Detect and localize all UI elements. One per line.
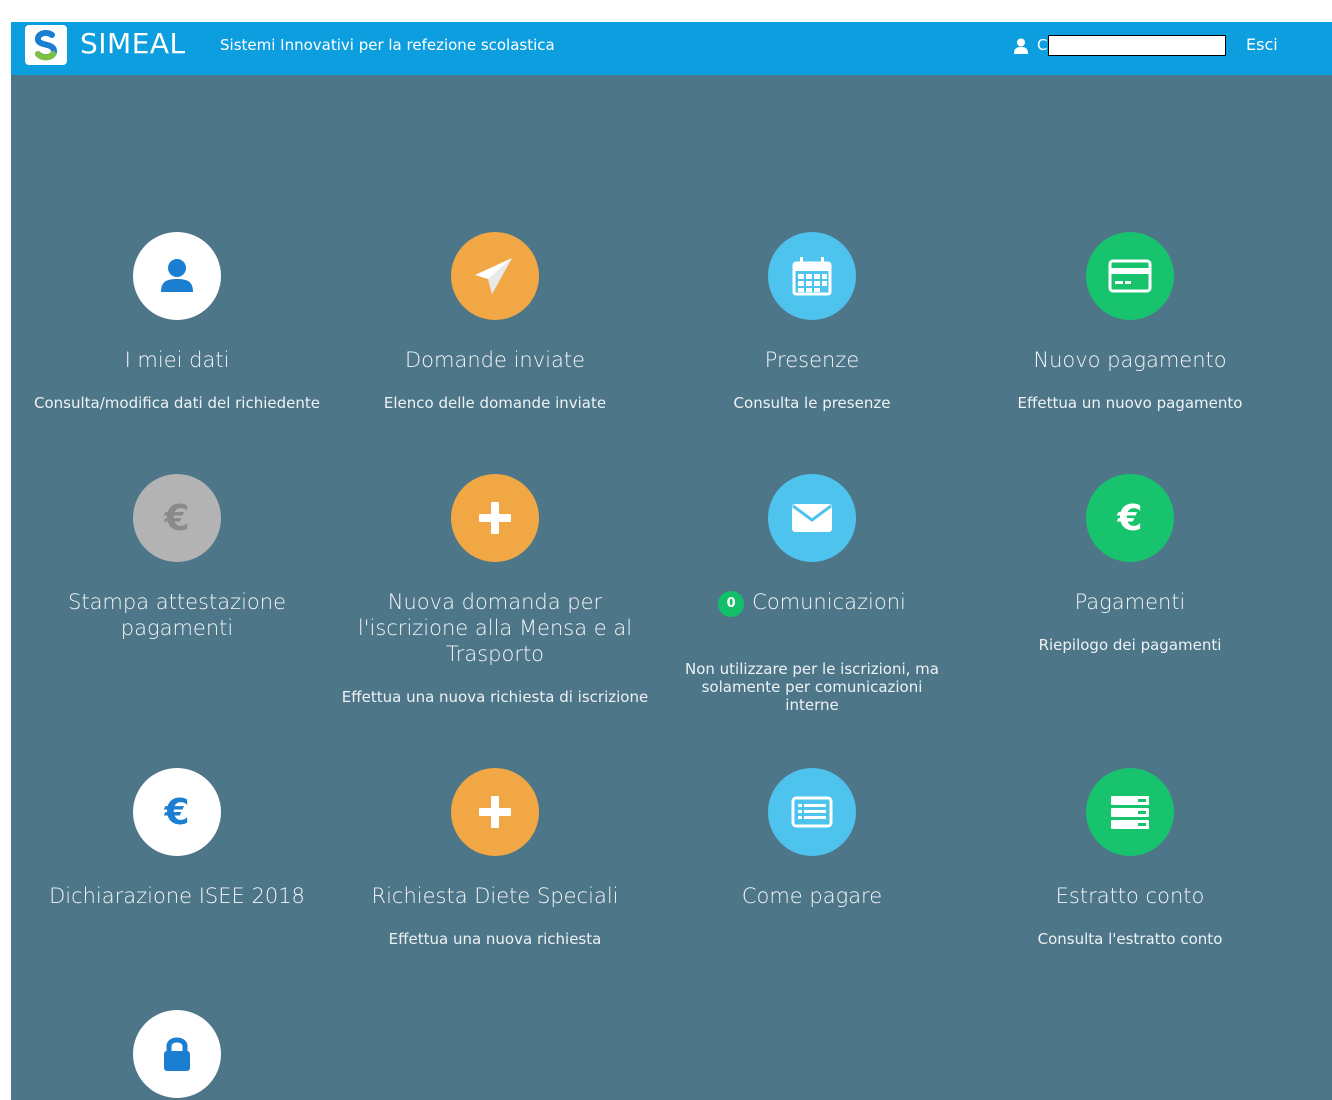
tile-pagamenti[interactable]: € Pagamenti Riepilogo dei pagamenti <box>970 474 1290 674</box>
tile-title: Estratto conto <box>1055 884 1205 908</box>
svg-text:€: € <box>1116 498 1142 539</box>
calendar-icon <box>792 257 832 296</box>
tile-icon-circle <box>451 474 539 562</box>
tile-estratto-conto[interactable]: Estratto conto Consulta l'estratto conto <box>970 768 1290 948</box>
tile-icon-circle: € <box>1086 474 1174 562</box>
tile-stampa-attestazione[interactable]: € Stampa attestazione pagamenti <box>17 474 337 674</box>
tile-title: I miei dati <box>124 348 230 372</box>
euro-icon: € <box>163 498 189 539</box>
tile-icon-circle <box>768 768 856 856</box>
tile-title: Dichiarazione ISEE 2018 <box>49 884 305 908</box>
user-name-redaction <box>1048 35 1226 56</box>
tile-title: Nuova domanda per l'iscrizione alla Mens… <box>357 590 633 666</box>
user-icon <box>161 259 193 292</box>
tile-title: Presenze <box>764 348 860 372</box>
server-icon <box>1111 796 1149 829</box>
paper-plane-icon <box>475 258 512 294</box>
tile-dichiarazione-isee[interactable]: € Dichiarazione ISEE 2018 <box>17 768 337 948</box>
tile-description: Riepilogo dei pagamenti <box>1038 636 1222 654</box>
tile-title: Pagamenti <box>1074 590 1186 614</box>
tile-title-text: Comunicazioni <box>752 590 906 614</box>
list-card-icon <box>791 796 833 828</box>
tagline: Sistemi Innovativi per la refezione scol… <box>220 36 555 54</box>
tile-description: Effettua un nuovo pagamento <box>1017 394 1243 412</box>
tile-icon-circle <box>768 232 856 320</box>
tile-domande-inviate[interactable]: Domande inviate Elenco delle domande inv… <box>335 232 655 412</box>
tile-title: 0 Comunicazioni <box>652 589 972 617</box>
tile-description: Effettua una nuova richiesta di iscrizio… <box>341 688 649 706</box>
tile-description: Non utilizzare per le iscrizioni, ma sol… <box>685 660 939 714</box>
svg-text:€: € <box>163 498 189 539</box>
tile-title: Richiesta Diete Speciali <box>371 884 619 908</box>
tile-icon-circle <box>451 768 539 856</box>
tile-come-pagare[interactable]: Come pagare <box>652 768 972 948</box>
tile-title: Domande inviate <box>404 348 585 372</box>
tile-icon-circle <box>451 232 539 320</box>
tile-description: Effettua una nuova richiesta <box>388 930 602 948</box>
tile-password[interactable] <box>17 1010 337 1100</box>
tile-description: Consulta/modifica dati del richiedente <box>34 394 320 412</box>
tile-title: Come pagare <box>741 884 883 908</box>
tile-title: Stampa attestazione pagamenti <box>68 590 286 640</box>
credit-card-icon <box>1108 259 1152 293</box>
tile-description: Consulta l'estratto conto <box>1037 930 1223 948</box>
tile-nuovo-pagamento[interactable]: Nuovo pagamento Effettua un nuovo pagame… <box>970 232 1290 412</box>
logout-link[interactable]: Esci <box>1246 35 1278 54</box>
tile-i-miei-dati[interactable]: I miei dati Consulta/modifica dati del r… <box>17 232 337 412</box>
tile-nuova-domanda[interactable]: Nuova domanda per l'iscrizione alla Mens… <box>335 474 655 714</box>
euro-icon: € <box>1116 498 1142 539</box>
tile-description: Elenco delle domande inviate <box>383 394 607 412</box>
simeal-logo-icon <box>35 29 58 61</box>
tile-comunicazioni[interactable]: 0 Comunicazioni Non utilizzare per le isc… <box>652 474 972 714</box>
tile-icon-circle <box>1086 232 1174 320</box>
top-bar: SIMEAL Sistemi Innovativi per la refezio… <box>11 22 1332 75</box>
euro-icon: € <box>163 792 189 833</box>
tile-icon-circle <box>1086 768 1174 856</box>
user-name: C <box>1037 36 1048 54</box>
brand-name: SIMEAL <box>80 27 186 60</box>
unread-count-badge: 0 <box>718 591 745 617</box>
user-icon <box>1014 38 1028 54</box>
simeal-logo[interactable] <box>25 25 67 65</box>
tile-icon-circle <box>133 232 221 320</box>
envelope-icon <box>792 504 832 532</box>
tile-presenze[interactable]: Presenze Consulta le presenze <box>652 232 972 412</box>
tile-richiesta-diete[interactable]: Richiesta Diete Speciali Effettua una nu… <box>335 768 655 948</box>
lock-icon <box>164 1037 190 1071</box>
tile-icon-circle <box>768 474 856 562</box>
tile-description: Consulta le presenze <box>733 394 891 412</box>
tile-icon-circle: € <box>133 474 221 562</box>
svg-text:€: € <box>163 792 189 833</box>
tile-icon-circle: € <box>133 768 221 856</box>
tile-icon-circle <box>133 1010 221 1098</box>
plus-icon <box>479 502 511 534</box>
tile-title: Nuovo pagamento <box>1033 348 1227 372</box>
app-container: SIMEAL Sistemi Innovativi per la refezio… <box>11 22 1332 1100</box>
plus-icon <box>479 796 511 828</box>
